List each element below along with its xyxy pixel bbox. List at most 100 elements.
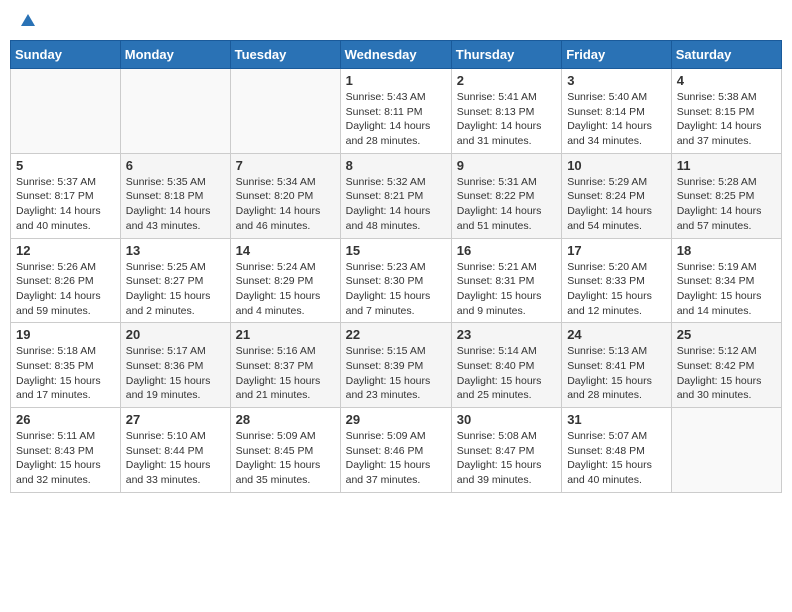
day-number: 31 [567,412,666,427]
day-number: 22 [346,327,446,342]
day-number: 2 [457,73,556,88]
calendar-cell: 10 Sunrise: 5:29 AMSunset: 8:24 PMDayligh… [562,153,672,238]
calendar-cell: 18 Sunrise: 5:19 AMSunset: 8:34 PMDayligh… [671,238,781,323]
weekday-header: Tuesday [230,41,340,69]
day-number: 20 [126,327,225,342]
calendar-cell: 24 Sunrise: 5:13 AMSunset: 8:41 PMDayligh… [562,323,672,408]
day-number: 13 [126,243,225,258]
day-number: 3 [567,73,666,88]
day-number: 4 [677,73,776,88]
calendar-cell: 19Sunrise: 5:18 AMSunset: 8:35 PMDayligh… [11,323,121,408]
day-number: 11 [677,158,776,173]
calendar-cell: 3 Sunrise: 5:40 AMSunset: 8:14 PMDaylight… [562,69,672,154]
day-info: Sunrise: 5:14 AMSunset: 8:40 PMDaylight:… [457,344,556,403]
day-number: 8 [346,158,446,173]
day-number: 14 [236,243,335,258]
day-number: 12 [16,243,115,258]
day-number: 26 [16,412,115,427]
calendar-cell: 16Sunrise: 5:21 AMSunset: 8:31 PMDayligh… [451,238,561,323]
day-info: Sunrise: 5:20 AMSunset: 8:33 PMDaylight:… [567,260,666,319]
day-info: Sunrise: 5:21 AMSunset: 8:31 PMDaylight:… [457,260,556,319]
calendar-cell [230,69,340,154]
day-info: Sunrise: 5:26 AMSunset: 8:26 PMDaylight:… [16,260,115,319]
day-number: 5 [16,158,115,173]
calendar-week-row: 5 Sunrise: 5:37 AMSunset: 8:17 PMDaylight… [11,153,782,238]
day-number: 10 [567,158,666,173]
day-info: Sunrise: 5:37 AMSunset: 8:17 PMDaylight:… [16,175,115,234]
day-info: Sunrise: 5:19 AMSunset: 8:34 PMDaylight:… [677,260,776,319]
calendar-cell: 30 Sunrise: 5:08 AMSunset: 8:47 PMDayligh… [451,408,561,493]
day-number: 1 [346,73,446,88]
day-number: 29 [346,412,446,427]
day-info: Sunrise: 5:15 AMSunset: 8:39 PMDaylight:… [346,344,446,403]
calendar-table: SundayMondayTuesdayWednesdayThursdayFrid… [10,40,782,493]
day-info: Sunrise: 5:28 AMSunset: 8:25 PMDaylight:… [677,175,776,234]
calendar-cell: 2 Sunrise: 5:41 AMSunset: 8:13 PMDaylight… [451,69,561,154]
calendar-week-row: 26 Sunrise: 5:11 AMSunset: 8:43 PMDayligh… [11,408,782,493]
calendar-cell [671,408,781,493]
day-number: 24 [567,327,666,342]
calendar-cell: 23Sunrise: 5:14 AMSunset: 8:40 PMDayligh… [451,323,561,408]
calendar-cell [120,69,230,154]
calendar-week-row: 12 Sunrise: 5:26 AMSunset: 8:26 PMDayligh… [11,238,782,323]
calendar-cell: 29 Sunrise: 5:09 AMSunset: 8:46 PMDayligh… [340,408,451,493]
logo [16,14,37,28]
day-info: Sunrise: 5:09 AMSunset: 8:46 PMDaylight:… [346,429,446,488]
day-info: Sunrise: 5:34 AMSunset: 8:20 PMDaylight:… [236,175,335,234]
calendar-cell: 17 Sunrise: 5:20 AMSunset: 8:33 PMDayligh… [562,238,672,323]
day-info: Sunrise: 5:24 AMSunset: 8:29 PMDaylight:… [236,260,335,319]
day-info: Sunrise: 5:17 AMSunset: 8:36 PMDaylight:… [126,344,225,403]
day-number: 18 [677,243,776,258]
calendar-cell: 7 Sunrise: 5:34 AMSunset: 8:20 PMDaylight… [230,153,340,238]
calendar-cell: 21 Sunrise: 5:16 AMSunset: 8:37 PMDayligh… [230,323,340,408]
day-info: Sunrise: 5:08 AMSunset: 8:47 PMDaylight:… [457,429,556,488]
page-header [10,10,782,32]
day-info: Sunrise: 5:40 AMSunset: 8:14 PMDaylight:… [567,90,666,149]
day-number: 7 [236,158,335,173]
day-info: Sunrise: 5:41 AMSunset: 8:13 PMDaylight:… [457,90,556,149]
calendar-cell: 22 Sunrise: 5:15 AMSunset: 8:39 PMDayligh… [340,323,451,408]
day-info: Sunrise: 5:43 AMSunset: 8:11 PMDaylight:… [346,90,446,149]
day-number: 9 [457,158,556,173]
calendar-cell: 14 Sunrise: 5:24 AMSunset: 8:29 PMDayligh… [230,238,340,323]
calendar-cell: 5 Sunrise: 5:37 AMSunset: 8:17 PMDaylight… [11,153,121,238]
weekday-header: Saturday [671,41,781,69]
day-number: 28 [236,412,335,427]
weekday-header: Monday [120,41,230,69]
day-info: Sunrise: 5:38 AMSunset: 8:15 PMDaylight:… [677,90,776,149]
day-number: 25 [677,327,776,342]
logo-icon [19,12,37,30]
day-info: Sunrise: 5:32 AMSunset: 8:21 PMDaylight:… [346,175,446,234]
day-number: 6 [126,158,225,173]
calendar-week-row: 1 Sunrise: 5:43 AMSunset: 8:11 PMDaylight… [11,69,782,154]
day-number: 15 [346,243,446,258]
calendar-cell: 6 Sunrise: 5:35 AMSunset: 8:18 PMDaylight… [120,153,230,238]
calendar-cell: 8 Sunrise: 5:32 AMSunset: 8:21 PMDaylight… [340,153,451,238]
day-number: 17 [567,243,666,258]
day-info: Sunrise: 5:35 AMSunset: 8:18 PMDaylight:… [126,175,225,234]
calendar-header-row: SundayMondayTuesdayWednesdayThursdayFrid… [11,41,782,69]
calendar-cell: 1 Sunrise: 5:43 AMSunset: 8:11 PMDaylight… [340,69,451,154]
calendar-week-row: 19Sunrise: 5:18 AMSunset: 8:35 PMDayligh… [11,323,782,408]
day-info: Sunrise: 5:29 AMSunset: 8:24 PMDaylight:… [567,175,666,234]
calendar-cell: 9Sunrise: 5:31 AMSunset: 8:22 PMDaylight… [451,153,561,238]
calendar-cell: 15Sunrise: 5:23 AMSunset: 8:30 PMDayligh… [340,238,451,323]
day-number: 27 [126,412,225,427]
day-number: 19 [16,327,115,342]
calendar-cell: 11 Sunrise: 5:28 AMSunset: 8:25 PMDayligh… [671,153,781,238]
weekday-header: Friday [562,41,672,69]
day-number: 21 [236,327,335,342]
calendar-cell: 13 Sunrise: 5:25 AMSunset: 8:27 PMDayligh… [120,238,230,323]
calendar-cell: 26 Sunrise: 5:11 AMSunset: 8:43 PMDayligh… [11,408,121,493]
day-info: Sunrise: 5:11 AMSunset: 8:43 PMDaylight:… [16,429,115,488]
calendar-cell [11,69,121,154]
calendar-cell: 25Sunrise: 5:12 AMSunset: 8:42 PMDayligh… [671,323,781,408]
day-info: Sunrise: 5:25 AMSunset: 8:27 PMDaylight:… [126,260,225,319]
day-info: Sunrise: 5:09 AMSunset: 8:45 PMDaylight:… [236,429,335,488]
calendar-cell: 4 Sunrise: 5:38 AMSunset: 8:15 PMDaylight… [671,69,781,154]
day-info: Sunrise: 5:10 AMSunset: 8:44 PMDaylight:… [126,429,225,488]
day-number: 30 [457,412,556,427]
weekday-header: Thursday [451,41,561,69]
day-info: Sunrise: 5:13 AMSunset: 8:41 PMDaylight:… [567,344,666,403]
day-info: Sunrise: 5:16 AMSunset: 8:37 PMDaylight:… [236,344,335,403]
